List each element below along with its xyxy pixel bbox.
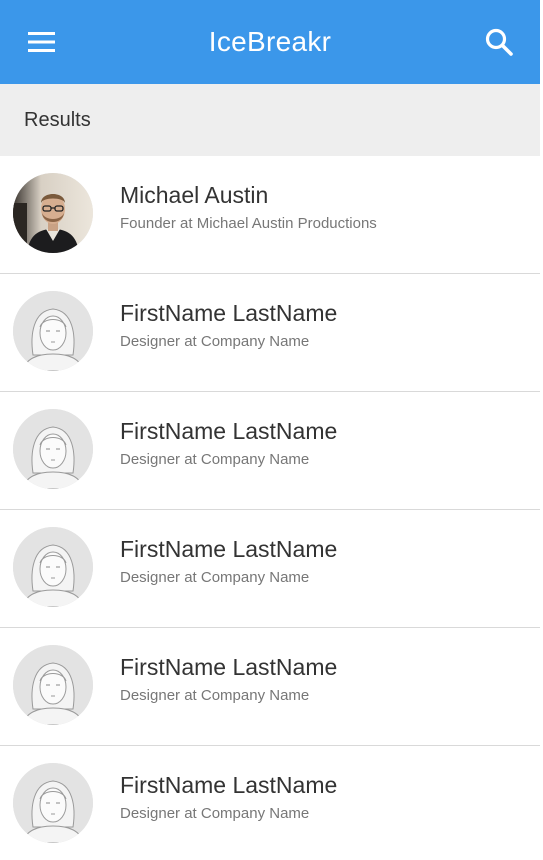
avatar-placeholder-icon (13, 527, 93, 607)
person-subtitle: Founder at Michael Austin Productions (120, 215, 377, 232)
avatar-placeholder-icon (13, 763, 93, 843)
person-name: FirstName LastName (120, 654, 338, 680)
avatar (13, 409, 93, 489)
person-name: FirstName LastName (120, 772, 338, 798)
avatar (13, 645, 93, 725)
avatar (13, 173, 93, 253)
avatar (13, 763, 93, 843)
person-name: FirstName LastName (120, 300, 338, 326)
person-subtitle: Designer at Company Name (120, 687, 310, 704)
app-bar: IceBreakr (0, 0, 540, 84)
search-button[interactable] (476, 20, 522, 64)
list-item[interactable]: FirstName LastName Designer at Company N… (0, 392, 540, 510)
list-item[interactable]: FirstName LastName Designer at Company N… (0, 274, 540, 392)
person-subtitle: Designer at Company Name (120, 333, 310, 350)
avatar (13, 527, 93, 607)
person-subtitle: Designer at Company Name (120, 569, 310, 586)
avatar (13, 291, 93, 371)
list-item[interactable]: FirstName LastName Designer at Company N… (0, 510, 540, 628)
search-icon (485, 28, 513, 56)
person-name: FirstName LastName (120, 536, 338, 562)
list-item[interactable]: FirstName LastName Designer at Company N… (0, 746, 540, 860)
person-name: Michael Austin (120, 182, 269, 208)
person-name: FirstName LastName (120, 418, 338, 444)
results-label: Results (24, 109, 91, 131)
avatar-placeholder-icon (13, 645, 93, 725)
avatar-placeholder-icon (13, 291, 93, 371)
profile-photo-icon (13, 173, 93, 253)
avatar-placeholder-icon (13, 409, 93, 489)
app-root: IceBreakr Results Michael Austin Founder… (0, 0, 543, 860)
app-title: IceBreakr (208, 26, 332, 57)
people-list: Michael Austin Founder at Michael Austin… (0, 156, 540, 860)
list-item[interactable]: FirstName LastName Designer at Company N… (0, 628, 540, 746)
person-subtitle: Designer at Company Name (120, 805, 310, 822)
person-subtitle: Designer at Company Name (120, 451, 310, 468)
list-item[interactable]: Michael Austin Founder at Michael Austin… (0, 156, 540, 274)
results-header: Results (0, 84, 540, 156)
